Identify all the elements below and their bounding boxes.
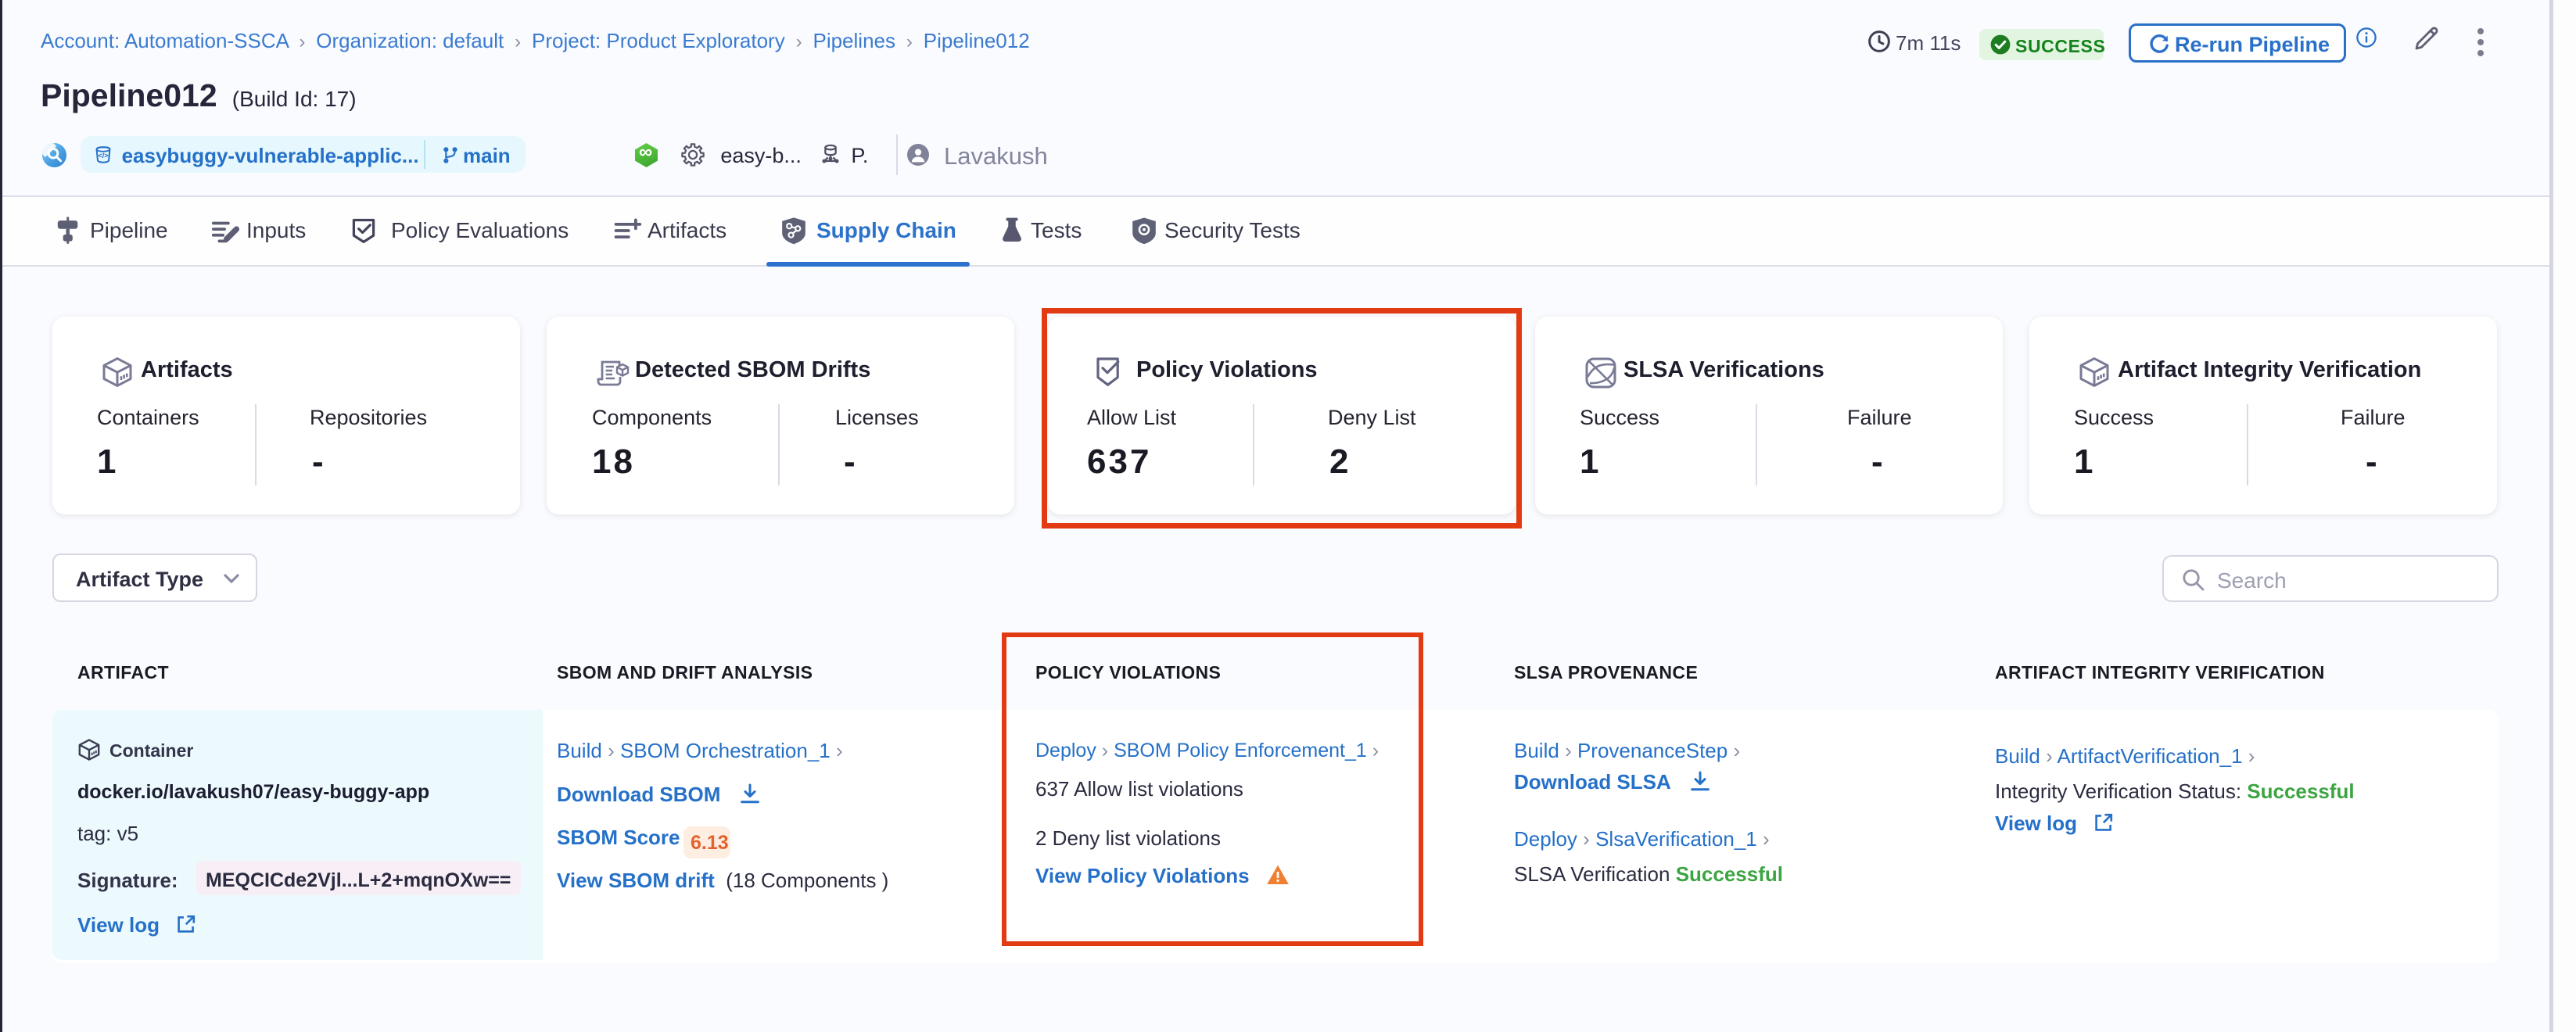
svg-text:</>: </> [98,152,108,159]
